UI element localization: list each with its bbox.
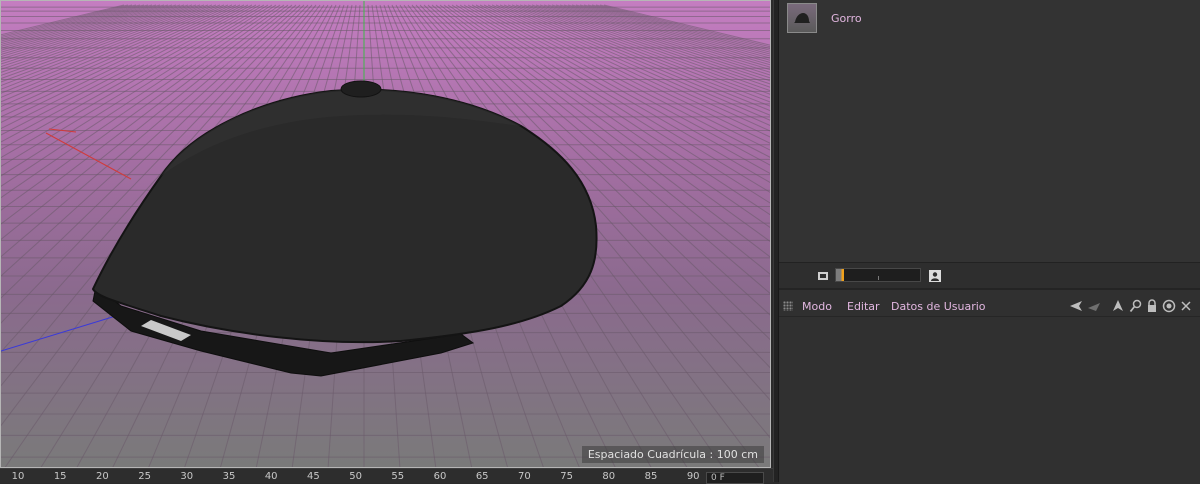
menu-editar[interactable]: Editar — [847, 300, 880, 313]
more-icon[interactable] — [1179, 299, 1193, 313]
cap-thumbnail-icon — [787, 3, 817, 33]
cap-crown — [91, 88, 598, 344]
timeline-tick-label: 20 — [96, 471, 109, 482]
timeline-tick-label: 85 — [644, 471, 658, 482]
layer-slider-mark — [878, 276, 879, 280]
lock-icon[interactable] — [1145, 299, 1159, 313]
timeline-tick-label: 55 — [391, 471, 405, 482]
grid-line — [1, 4, 125, 36]
cap-button — [340, 80, 382, 98]
timeline-tick-label: 70 — [518, 471, 531, 482]
back-arrow-icon[interactable] — [1069, 299, 1083, 313]
attribute-toolbar: Modo Editar Datos de Usuario — [779, 296, 1200, 317]
object-row-gorro[interactable]: Gorro — [787, 3, 862, 33]
timeline-tick-label: 75 — [560, 471, 573, 482]
grid-line — [599, 4, 770, 48]
layer-right-icon[interactable] — [929, 270, 941, 282]
3d-viewport[interactable]: Espaciado Cuadrícula : 100 cm — [0, 0, 771, 468]
search-icon[interactable] — [1129, 299, 1143, 313]
timeline-ruler[interactable]: 10 15 20 25 30 35 40 45 50 55 60 65 70 75 80 85 90 — [0, 468, 773, 483]
timeline-tick-label: 90 — [686, 471, 700, 482]
menu-modo[interactable]: Modo — [802, 300, 832, 313]
timeline-tick-label: 25 — [138, 471, 151, 482]
layer-left-icon[interactable] — [817, 270, 829, 282]
layer-bar — [779, 262, 1200, 289]
grid-line — [603, 4, 770, 46]
timeline-tick-label: 15 — [53, 471, 67, 482]
timeline-tick-label: 10 — [11, 471, 25, 482]
layer-slider-fill — [836, 269, 845, 281]
up-arrow-icon[interactable] — [1111, 299, 1125, 313]
target-icon[interactable] — [1162, 299, 1176, 313]
viewport-scene — [1, 1, 770, 467]
pointer-icon[interactable] — [1087, 299, 1101, 313]
timeline-tick-label: 45 — [307, 471, 320, 482]
timeline-tick-label: 65 — [475, 471, 489, 482]
timeline-tick-label: 40 — [264, 471, 278, 482]
cap-object[interactable] — [91, 80, 598, 377]
timeline-tick-label: 35 — [222, 471, 236, 482]
attribute-manager-panel: Modo Editar Datos de Usuario — [779, 288, 1200, 484]
timeline-tick-label: 30 — [180, 471, 194, 482]
object-manager-panel: Gorro — [779, 0, 1200, 262]
current-frame-field[interactable]: 0 F — [706, 472, 764, 484]
timeline-tick-label: 80 — [602, 471, 616, 482]
timeline-tick-label: 50 — [349, 471, 362, 482]
layer-slider[interactable] — [835, 268, 921, 282]
grip-icon[interactable] — [783, 301, 793, 311]
menu-datos-de-usuario[interactable]: Datos de Usuario — [891, 300, 986, 313]
grid-spacing-label: Espaciado Cuadrícula : 100 cm — [581, 446, 764, 463]
object-name-label: Gorro — [831, 11, 862, 25]
timeline-tick-label: 60 — [433, 471, 447, 482]
